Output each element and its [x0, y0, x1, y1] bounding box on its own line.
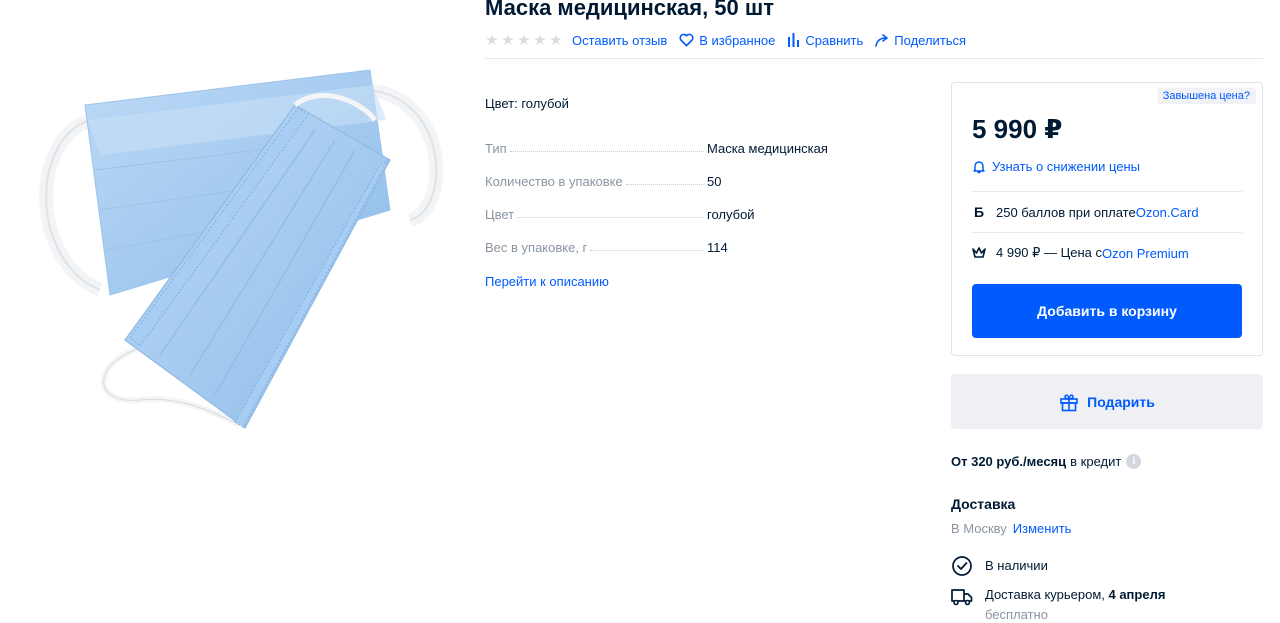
gift-icon	[1060, 393, 1078, 411]
leave-review-label: Оставить отзыв	[572, 32, 668, 48]
specs-table: Тип Маска медицинская Количество в упако…	[485, 138, 835, 255]
ozon-premium-link[interactable]: Ozon Premium	[1102, 246, 1189, 261]
courier-price: бесплатно	[985, 607, 1048, 622]
courier-date: 4 апреля	[1108, 587, 1166, 602]
in-stock-label: В наличии	[985, 558, 1048, 573]
premium-row: 4 990 ₽ — Цена с Ozon Premium	[972, 245, 1189, 261]
crown-icon	[972, 247, 986, 258]
header-divider	[485, 58, 1263, 59]
premium-text: 4 990 ₽ — Цена с	[996, 245, 1103, 260]
price-drop-alert-link[interactable]: Узнать о снижении цены	[973, 159, 1140, 174]
gift-label: Подарить	[1087, 393, 1155, 410]
ozon-card-points-icon: Б	[973, 204, 985, 220]
in-stock-row: В наличии	[951, 555, 1048, 577]
share-link[interactable]: Поделиться	[875, 33, 966, 48]
change-city-link[interactable]: Изменить	[1013, 521, 1072, 536]
credit-offer: От 320 руб./месяц в кредит i	[951, 454, 1142, 469]
spec-dots	[590, 250, 704, 251]
heart-icon	[679, 33, 694, 47]
card-divider	[972, 191, 1242, 192]
bonus-text: 250 баллов при оплате	[996, 204, 1136, 220]
spec-dots	[625, 184, 704, 185]
delivery-city: В Москву Изменить	[951, 521, 1071, 536]
add-to-cart-button[interactable]: Добавить в корзину	[972, 284, 1242, 338]
rating-stars[interactable]: ★ ★ ★ ★ ★	[485, 33, 564, 48]
spec-value: 114	[707, 240, 728, 255]
delivery-city-name: В Москву	[951, 521, 1007, 536]
spec-dots	[509, 151, 704, 152]
spec-value: голубой	[707, 207, 755, 222]
price-card: Завышена цена? 5 990 ₽ Узнать о снижении…	[951, 82, 1263, 356]
info-icon[interactable]: i	[1126, 454, 1142, 469]
favorites-label: В избранное	[699, 32, 776, 48]
star-icon[interactable]: ★	[485, 33, 500, 48]
spec-name: Количество в упаковке	[485, 174, 623, 189]
spec-row: Количество в упаковке 50	[485, 156, 835, 189]
truck-icon	[951, 589, 973, 606]
spec-row: Вес в упаковке, г 114	[485, 222, 835, 255]
credit-amount: От 320 руб./месяц	[951, 454, 1067, 469]
leave-review-link[interactable]: Оставить отзыв	[572, 33, 667, 48]
spec-row: Цвет голубой	[485, 189, 835, 222]
spec-name: Цвет	[485, 207, 515, 222]
go-to-description-link[interactable]: Перейти к описанию	[485, 274, 609, 289]
bell-icon	[973, 160, 985, 173]
check-circle-icon	[952, 556, 972, 576]
star-icon[interactable]: ★	[501, 33, 516, 48]
courier-prefix: Доставка курьером,	[985, 587, 1109, 602]
add-to-favorites-link[interactable]: В избранное	[679, 33, 775, 48]
compare-label: Сравнить	[805, 32, 864, 48]
product-title: Маска медицинская, 50 шт	[485, 0, 774, 20]
card-divider	[972, 232, 1242, 233]
spec-name: Вес в упаковке, г	[485, 240, 588, 255]
credit-suffix: в кредит	[1070, 454, 1122, 469]
bonus-row: Б 250 баллов при оплате Ozon.Card	[972, 204, 1199, 220]
price: 5 990 ₽	[972, 114, 1063, 144]
courier-delivery-row: Доставка курьером, 4 апреля бесплатно	[951, 587, 1165, 622]
share-label: Поделиться	[894, 32, 967, 48]
overprice-report-link[interactable]: Завышена цена?	[1156, 88, 1256, 104]
spec-value: Маска медицинская	[707, 141, 828, 156]
star-icon[interactable]: ★	[549, 33, 564, 48]
spec-dots	[517, 217, 704, 218]
star-icon[interactable]: ★	[517, 33, 532, 48]
spec-value: 50	[707, 174, 722, 189]
gift-button[interactable]: Подарить	[951, 374, 1263, 429]
delivery-title: Доставка	[951, 496, 1016, 512]
product-image[interactable]	[30, 60, 450, 440]
share-icon	[875, 33, 889, 47]
selected-color: Цвет: голубой	[485, 96, 569, 111]
price-alert-label: Узнать о снижении цены	[992, 159, 1141, 174]
spec-name: Тип	[485, 141, 507, 156]
ozon-card-link[interactable]: Ozon.Card	[1136, 205, 1199, 220]
compare-link[interactable]: Сравнить	[787, 33, 863, 48]
spec-row: Тип Маска медицинская	[485, 138, 835, 156]
star-icon[interactable]: ★	[533, 33, 548, 48]
compare-icon	[788, 33, 800, 47]
product-meta-row: ★ ★ ★ ★ ★ Оставить отзыв В избранное Сра…	[485, 31, 978, 49]
